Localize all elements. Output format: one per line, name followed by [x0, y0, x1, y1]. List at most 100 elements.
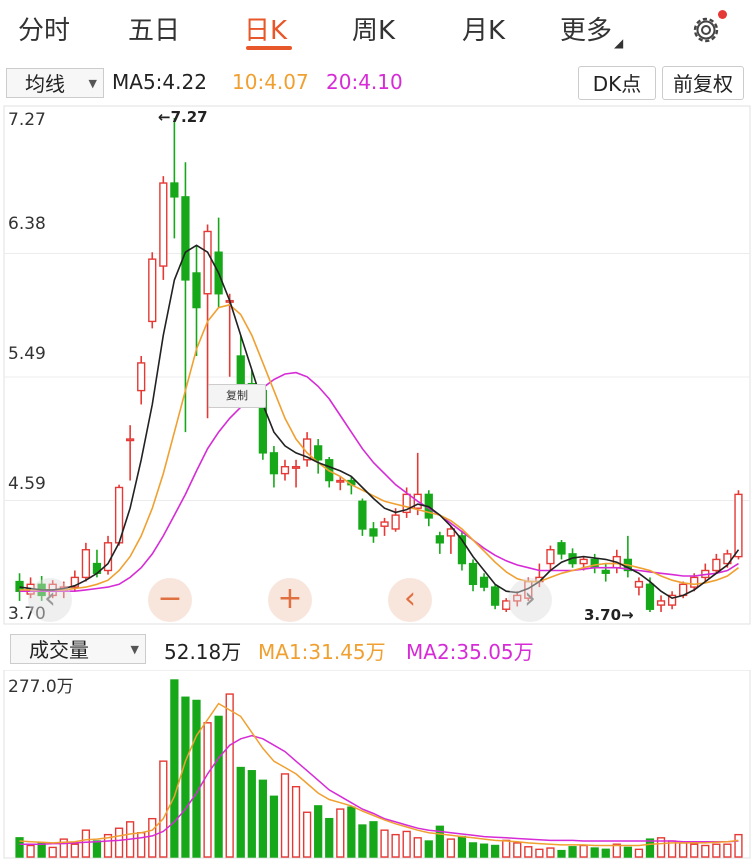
volume-bar [535, 848, 544, 858]
ma20-value: 20:4.10 [326, 70, 403, 94]
volume-bar [258, 779, 267, 858]
tab-weekly-k[interactable]: 周K [352, 10, 395, 47]
dk-point-button[interactable]: DK点 [578, 66, 656, 100]
scroll-left-button[interactable]: ‹ [28, 578, 72, 622]
volume-bar [347, 806, 356, 858]
volume-bar [634, 848, 644, 858]
chart-frame [3, 105, 751, 625]
volume-axis-max: 277.0万 [8, 677, 74, 697]
ma5-value: MA5:4.22 [112, 70, 207, 94]
volume-bar [214, 715, 223, 858]
candle [192, 245, 201, 357]
dropdown-triangle-icon: ▼ [130, 643, 139, 656]
price-chart[interactable]: 7.27 6.38 5.49 4.59 3.70 ←7.27 3.70→ 复制 … [0, 104, 754, 626]
volume-bar [236, 766, 245, 858]
volume-bar [690, 843, 699, 858]
copy-tooltip[interactable]: 复制 [208, 384, 266, 408]
candle [214, 217, 223, 308]
volume-bar [369, 821, 378, 858]
volume-bar [645, 838, 655, 858]
candle-body [126, 438, 135, 442]
ma10-line [19, 303, 739, 591]
tab-daily-k[interactable]: 日K [244, 10, 287, 47]
forward-adjust-button[interactable]: 前复权 [662, 66, 744, 100]
candle-body [159, 182, 168, 267]
tab-intraday[interactable]: 分时 [18, 10, 70, 47]
volume-bar [468, 842, 478, 858]
candle [656, 595, 666, 612]
candle [148, 252, 157, 329]
candle [103, 535, 113, 575]
volume-bar [203, 722, 212, 858]
candle-body [601, 569, 610, 574]
volume-ma1: MA1:31.45万 [258, 640, 386, 664]
candle-body [557, 542, 566, 555]
candle-body [137, 362, 146, 392]
volume-bar [413, 837, 422, 858]
candle [126, 425, 135, 481]
volume-bar [391, 833, 400, 858]
tab-more-label: 更多 [560, 16, 613, 46]
volume-bar [181, 696, 190, 858]
volume-bar [302, 811, 312, 858]
volume-bar [568, 846, 577, 858]
volume-bar [502, 839, 511, 858]
candle-body [479, 576, 489, 588]
candle-body [181, 196, 190, 281]
candle [269, 445, 279, 488]
price-axis-label-4: 4.59 [8, 474, 46, 494]
volume-bar [280, 773, 290, 858]
candle-body [391, 514, 400, 530]
volume-bar [114, 827, 124, 858]
volume-bar [701, 844, 710, 858]
candle [712, 553, 721, 574]
volume-bar [623, 846, 632, 858]
candle-body [291, 466, 301, 469]
candle [81, 542, 91, 582]
zoom-out-button[interactable]: − [148, 578, 192, 622]
candle-body [369, 528, 378, 537]
candle-body [634, 580, 644, 588]
volume-bar [159, 760, 168, 858]
candle-body [590, 558, 599, 569]
tab-five-day[interactable]: 五日 [128, 10, 180, 47]
price-chart-svg [3, 105, 751, 625]
volume-bar [679, 842, 688, 858]
volume-bar [734, 833, 743, 858]
candle [468, 559, 478, 592]
volume-indicator-select[interactable]: 成交量 ▼ [10, 634, 146, 664]
candle-body [148, 258, 157, 323]
volume-bar [712, 843, 721, 858]
candle [623, 535, 632, 578]
indicator-toolbar: 均线 ▼ MA5:4.22 10:4.07 20:4.10 DK点 前复权 [0, 62, 754, 104]
candle-body [358, 500, 367, 530]
volume-value: 52.18万 [164, 640, 242, 664]
volume-bar [446, 838, 456, 858]
volume-bar [336, 808, 345, 858]
candle [590, 553, 599, 574]
volume-chart[interactable]: 277.0万 [0, 670, 754, 859]
tab-monthly-k[interactable]: 月K [462, 10, 505, 47]
volume-bar [291, 786, 301, 858]
tab-more[interactable]: 更多 ◢ [560, 10, 623, 50]
step-forward-button[interactable]: › [508, 578, 552, 622]
ma20-line [19, 371, 739, 593]
volume-bar [579, 844, 588, 858]
candle-body [645, 583, 655, 610]
triangle-down-icon: ◢ [614, 36, 624, 50]
volume-bar [524, 846, 533, 858]
step-back-button[interactable]: ‹ [388, 578, 432, 622]
indicator-select[interactable]: 均线 ▼ [6, 68, 104, 98]
candle [159, 176, 168, 280]
candle [546, 545, 555, 571]
zoom-in-button[interactable]: + [268, 578, 312, 622]
candle-body [236, 355, 245, 385]
volume-bar [81, 829, 91, 858]
candle-body [336, 479, 345, 483]
candle [291, 459, 301, 488]
price-axis-label-3: 5.49 [8, 344, 46, 364]
candle-body [380, 521, 389, 527]
candle-body [314, 445, 323, 461]
volume-bar [170, 679, 179, 858]
candle-body [579, 558, 588, 565]
